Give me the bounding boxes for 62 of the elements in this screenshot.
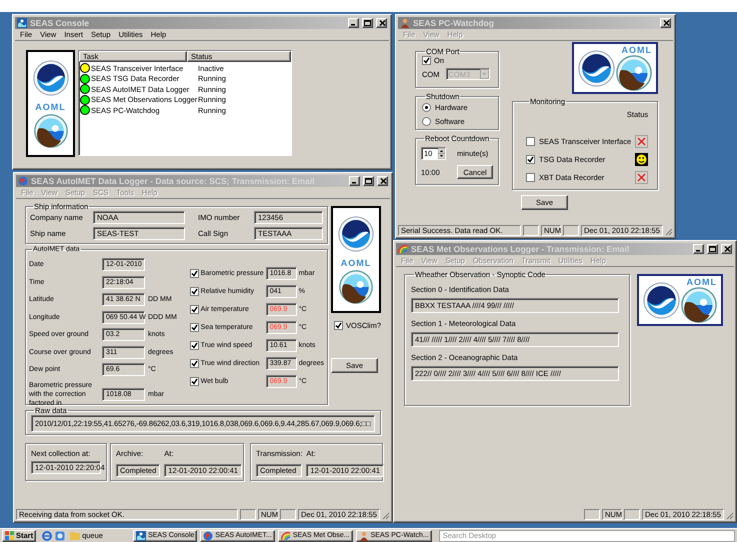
checkbox[interactable] xyxy=(526,154,535,164)
close-button[interactable] xyxy=(377,176,388,186)
checkbox[interactable] xyxy=(190,341,199,350)
rainbow-icon xyxy=(398,244,408,254)
resize-grip-icon[interactable] xyxy=(726,512,734,520)
status-pane xyxy=(584,508,600,520)
checkbox[interactable] xyxy=(190,377,199,386)
maximize-icon xyxy=(364,20,371,26)
checkbox[interactable] xyxy=(190,359,199,368)
flag-icon xyxy=(5,531,14,540)
window-title: SEAS Console xyxy=(30,18,90,28)
folder-icon xyxy=(70,531,80,540)
rainbow-icon xyxy=(280,530,291,540)
close-button[interactable] xyxy=(376,18,387,28)
logo-text: AOML xyxy=(340,258,372,268)
checkbox[interactable] xyxy=(334,321,343,330)
console-app-icon xyxy=(17,18,27,28)
logo-text: AOML xyxy=(622,46,652,54)
minimize-button[interactable] xyxy=(349,176,360,186)
figure-icon xyxy=(400,18,410,28)
bird-emblem-logo xyxy=(32,60,68,96)
minimize-button[interactable] xyxy=(693,244,704,254)
checkbox[interactable] xyxy=(190,305,199,314)
close-icon xyxy=(379,20,386,26)
wave-emblem-logo xyxy=(616,54,652,90)
maximize-button[interactable] xyxy=(363,176,374,186)
minimize-button[interactable] xyxy=(348,18,359,28)
checkbox[interactable] xyxy=(526,136,535,146)
checkbox[interactable] xyxy=(190,269,199,278)
radio-button[interactable] xyxy=(422,103,431,112)
close-icon xyxy=(663,20,670,26)
wave-emblem-logo xyxy=(339,270,373,304)
radio-button[interactable] xyxy=(422,117,431,126)
maximize-button[interactable] xyxy=(362,18,373,28)
status-pane xyxy=(240,508,256,520)
maximize-icon xyxy=(365,178,372,184)
status-pane xyxy=(624,508,640,520)
wave-emblem-logo xyxy=(681,286,717,322)
close-icon xyxy=(724,246,731,252)
bird-emblem-logo xyxy=(643,282,680,318)
logo-text: AOML xyxy=(35,102,66,112)
status-pane xyxy=(563,224,579,236)
resize-grip-icon[interactable] xyxy=(382,512,390,520)
maximize-icon xyxy=(709,246,716,252)
checkbox[interactable] xyxy=(190,287,199,296)
window-title: SEAS PC-Watchdog xyxy=(413,18,495,28)
close-button[interactable] xyxy=(721,244,732,254)
resize-grip-icon[interactable] xyxy=(665,228,673,236)
browser-icon[interactable] xyxy=(42,530,52,540)
status-pane xyxy=(523,224,539,236)
checkbox[interactable] xyxy=(190,323,199,332)
caret-icon xyxy=(480,69,488,79)
bird-emblem-logo xyxy=(578,50,615,86)
figure-icon xyxy=(358,530,369,540)
close-button[interactable] xyxy=(660,18,671,28)
bird-emblem-logo xyxy=(338,216,374,252)
maximize-button[interactable] xyxy=(707,244,718,254)
wave-emblem-logo xyxy=(34,114,68,148)
close-icon xyxy=(380,178,387,184)
checkbox[interactable] xyxy=(526,172,535,182)
logo-text: AOML xyxy=(686,278,717,286)
status-pane xyxy=(280,508,296,520)
